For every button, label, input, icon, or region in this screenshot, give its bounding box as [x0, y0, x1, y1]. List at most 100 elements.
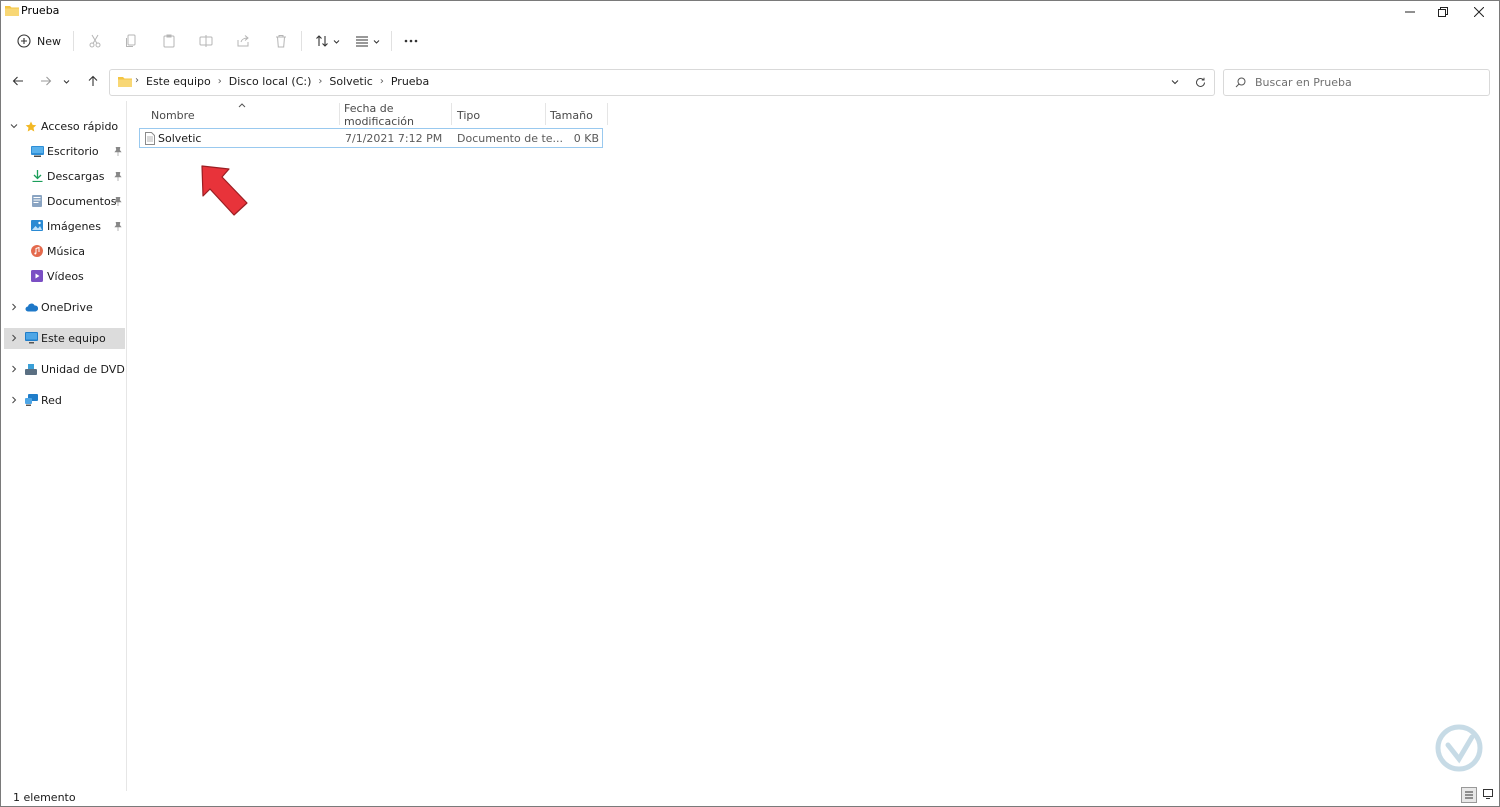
- chevron-right-icon: ›: [135, 75, 139, 86]
- pin-icon: [114, 172, 122, 181]
- sort-icon: [315, 35, 328, 47]
- column-divider[interactable]: [545, 103, 546, 125]
- new-button[interactable]: New: [13, 27, 65, 55]
- chevron-down-icon: [333, 39, 339, 44]
- sidebar-label-onedrive: OneDrive: [41, 301, 93, 314]
- list-view-icon: [355, 36, 368, 47]
- column-header-size[interactable]: Tamaño: [550, 105, 605, 125]
- toolbar-divider: [301, 31, 302, 51]
- copy-icon: [126, 34, 136, 47]
- sidebar-item-dvd[interactable]: Unidad de DVD (D:) C: [1, 359, 125, 380]
- breadcrumb-prueba[interactable]: Prueba: [391, 75, 429, 88]
- plus-circle-icon: [17, 34, 31, 48]
- sidebar-item-imagenes[interactable]: Imágenes: [1, 216, 125, 237]
- tiles-view-button[interactable]: [1481, 787, 1495, 801]
- search-box[interactable]: Buscar en Prueba: [1223, 69, 1490, 96]
- column-divider[interactable]: [607, 103, 608, 125]
- arrow-left-icon: [12, 76, 23, 86]
- chevron-down-icon: [63, 79, 69, 84]
- minimize-button[interactable]: [1394, 1, 1426, 23]
- column-header-date[interactable]: Fecha de modificación: [344, 102, 449, 128]
- sidebar-item-escritorio[interactable]: Escritorio: [1, 141, 125, 162]
- close-button[interactable]: [1463, 1, 1495, 23]
- file-explorer-window: Prueba New › Este equipo › Disco local (…: [0, 0, 1500, 807]
- file-name: Solvetic: [158, 132, 202, 145]
- cut-button[interactable]: [83, 27, 107, 55]
- recent-locations-button[interactable]: [58, 69, 74, 93]
- folder-icon: [118, 77, 132, 87]
- new-label: New: [37, 34, 61, 48]
- sidebar-label-este-equipo: Este equipo: [41, 332, 106, 345]
- delete-button[interactable]: [269, 27, 293, 55]
- cloud-icon: [25, 303, 38, 312]
- breadcrumb-disco-local[interactable]: Disco local (C:): [229, 75, 312, 88]
- file-size: 0 KB: [573, 132, 599, 145]
- copy-button[interactable]: [119, 27, 143, 55]
- sort-button[interactable]: [311, 27, 343, 55]
- documents-icon: [32, 195, 42, 207]
- chevron-right-icon: [9, 333, 19, 343]
- chevron-down-icon: [373, 39, 379, 44]
- sidebar-item-videos[interactable]: Vídeos: [1, 266, 125, 287]
- chevron-down-icon: [9, 121, 19, 131]
- breadcrumb-este-equipo[interactable]: Este equipo: [146, 75, 211, 88]
- sidebar-item-onedrive[interactable]: OneDrive: [1, 297, 125, 318]
- arrow-up-icon: [88, 75, 98, 86]
- sidebar-item-documentos[interactable]: Documentos: [1, 191, 125, 212]
- breadcrumb-solvetic[interactable]: Solvetic: [329, 75, 372, 88]
- sidebar-item-musica[interactable]: Música: [1, 241, 125, 262]
- window-title: Prueba: [21, 4, 60, 17]
- computer-icon: [25, 332, 38, 344]
- up-button[interactable]: [81, 69, 105, 93]
- refresh-button[interactable]: [1193, 75, 1207, 89]
- videos-icon: [31, 270, 43, 282]
- toolbar-divider: [391, 31, 392, 51]
- share-button[interactable]: [231, 27, 255, 55]
- pin-icon: [114, 147, 122, 156]
- sidebar-label: Escritorio: [47, 145, 99, 158]
- text-file-icon: [145, 132, 155, 145]
- pin-icon: [114, 222, 122, 231]
- rename-button[interactable]: [194, 27, 218, 55]
- chevron-right-icon: ›: [318, 76, 323, 87]
- share-icon: [237, 35, 249, 47]
- address-history-button[interactable]: [1168, 75, 1182, 89]
- view-button[interactable]: [351, 27, 383, 55]
- tiles-view-icon: [1483, 789, 1493, 799]
- view-switcher: [1461, 787, 1495, 803]
- title-bar: Prueba: [1, 1, 1499, 23]
- close-icon: [1474, 7, 1484, 17]
- search-icon: [1235, 77, 1246, 88]
- more-icon: [404, 39, 418, 43]
- music-icon: [31, 245, 43, 257]
- file-row[interactable]: Solvetic 7/1/2021 7:12 PM Documento de t…: [139, 128, 603, 148]
- back-button[interactable]: [6, 69, 30, 93]
- column-header-name[interactable]: Nombre: [151, 105, 336, 125]
- more-options-button[interactable]: [399, 27, 423, 55]
- chevron-right-icon: [9, 302, 19, 312]
- address-bar[interactable]: › Este equipo › Disco local (C:) › Solve…: [109, 69, 1215, 96]
- sidebar-item-quick-access[interactable]: Acceso rápido: [1, 116, 125, 137]
- column-divider[interactable]: [339, 103, 340, 125]
- column-header-type[interactable]: Tipo: [457, 105, 542, 125]
- restore-button[interactable]: [1427, 1, 1459, 23]
- restore-icon: [1438, 7, 1448, 17]
- sidebar-item-este-equipo[interactable]: Este equipo: [4, 328, 125, 349]
- column-label: Nombre: [151, 108, 195, 122]
- download-icon: [32, 170, 43, 182]
- details-view-button[interactable]: [1461, 787, 1477, 803]
- network-icon: [25, 394, 38, 406]
- chevron-down-icon: [1171, 80, 1179, 85]
- paste-button[interactable]: [157, 27, 181, 55]
- arrow-right-icon: [41, 76, 52, 86]
- chevron-right-icon: ›: [379, 76, 384, 87]
- details-view-icon: [1465, 791, 1473, 799]
- column-divider[interactable]: [451, 103, 452, 125]
- forward-button[interactable]: [34, 69, 58, 93]
- pictures-icon: [31, 220, 43, 231]
- sidebar-item-red[interactable]: Red: [1, 390, 125, 411]
- column-label: Tipo: [457, 108, 481, 122]
- sidebar-label: Vídeos: [47, 270, 84, 283]
- file-type: Documento de te...: [457, 132, 564, 145]
- sidebar-item-descargas[interactable]: Descargas: [1, 166, 125, 187]
